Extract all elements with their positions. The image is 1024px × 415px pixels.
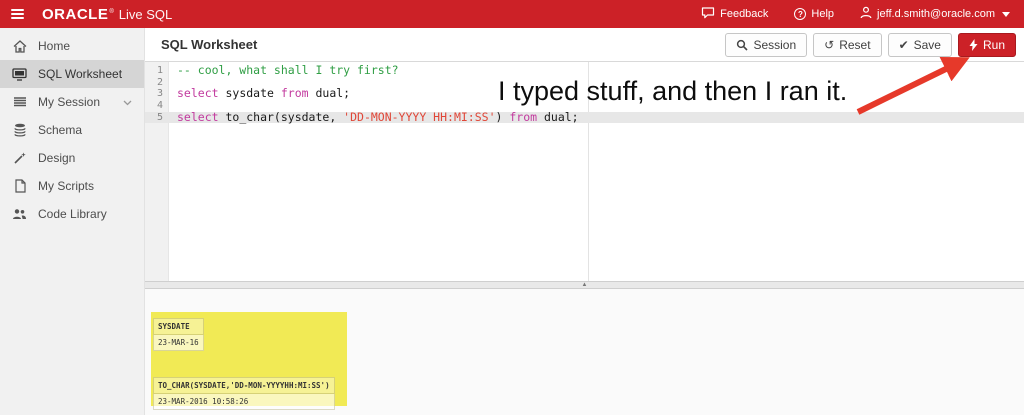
sidebar-item-design[interactable]: Design: [0, 144, 144, 172]
session-button-label: Session: [753, 37, 797, 52]
hamburger-menu-icon[interactable]: [0, 0, 34, 28]
sidebar-item-schema[interactable]: Schema: [0, 116, 144, 144]
panel-splitter[interactable]: ▲: [145, 281, 1024, 289]
user-menu[interactable]: jeff.d.smith@oracle.com: [860, 6, 1010, 22]
line-number: 4: [156, 100, 163, 112]
wand-icon: [12, 151, 27, 166]
reset-button[interactable]: ↺ Reset: [813, 32, 882, 57]
line-number: 2: [156, 76, 163, 88]
sidebar: Home SQL Worksheet My Session Schema Des…: [0, 28, 145, 415]
annotation-caption: I typed stuff, and then I ran it.: [498, 76, 848, 106]
undo-icon: ↺: [824, 37, 835, 52]
sidebar-item-label: My Session: [38, 95, 101, 109]
search-icon: [736, 39, 749, 51]
registered-mark: ®: [109, 8, 114, 15]
database-icon: [12, 123, 27, 138]
sidebar-item-sql-worksheet[interactable]: SQL Worksheet: [0, 60, 144, 88]
sidebar-item-code-library[interactable]: Code Library: [0, 200, 144, 228]
code-line-5-active[interactable]: 5 select to_char(sysdate, 'DD-MON-YYYY H…: [145, 109, 1024, 124]
reset-button-label: Reset: [839, 37, 871, 52]
user-email: jeff.d.smith@oracle.com: [877, 8, 995, 20]
line-number: 1: [156, 65, 163, 76]
code-text: select to_char(sysdate, 'DD-MON-YYYY HH:…: [177, 109, 579, 124]
code-text: select sysdate from dual;: [177, 86, 351, 101]
person-icon: [860, 6, 872, 22]
code-line-1[interactable]: 1 -- cool, what shall I try first?: [145, 63, 1024, 77]
brand-suffix: Live SQL: [118, 6, 173, 22]
monitor-icon: [12, 67, 27, 82]
list-icon: [12, 95, 27, 110]
home-icon: [12, 39, 27, 54]
worksheet-toolbar: SQL Worksheet Session ↺ Reset ✔ Save Run: [145, 28, 1024, 62]
people-icon: [12, 207, 27, 222]
header-actions: Feedback ? Help jeff.d.smith@oracle.com: [701, 6, 1024, 22]
result-value: 23-MAR-16: [153, 335, 204, 351]
document-icon: [12, 179, 27, 194]
sidebar-item-label: SQL Worksheet: [38, 67, 123, 81]
line-number: 3: [156, 88, 163, 100]
page-title: SQL Worksheet: [161, 37, 258, 52]
line-number: 5: [156, 111, 163, 123]
sidebar-item-label: My Scripts: [38, 179, 95, 193]
feedback-link[interactable]: Feedback: [701, 6, 769, 22]
sidebar-item-home[interactable]: Home: [0, 32, 144, 60]
save-button-label: Save: [913, 37, 941, 52]
splitter-grip-icon: ▲: [581, 282, 588, 288]
sidebar-item-my-scripts[interactable]: My Scripts: [0, 172, 144, 200]
sql-code-editor[interactable]: 1 -- cool, what shall I try first? 2 3 s…: [145, 62, 1024, 281]
oracle-live-sql-app: ORACLE ® Live SQL Feedback ? Help jeff.d…: [0, 0, 1024, 415]
chevron-down-icon: [123, 95, 132, 109]
code-text: -- cool, what shall I try first?: [177, 63, 399, 77]
speech-bubble-icon: [701, 6, 715, 22]
help-link[interactable]: ? Help: [794, 8, 834, 20]
feedback-label: Feedback: [720, 8, 769, 20]
sidebar-item-label: Code Library: [38, 207, 107, 221]
brand-logo[interactable]: ORACLE ® Live SQL: [42, 6, 172, 23]
sidebar-item-label: Home: [38, 39, 71, 53]
help-label: Help: [811, 8, 835, 20]
result-value: 23-MAR-2016 10:58:26: [153, 394, 335, 410]
results-panel: SYSDATE 23-MAR-16 TO_CHAR(SYSDATE,'DD-MO…: [145, 289, 1024, 415]
sidebar-item-label: Schema: [38, 123, 83, 137]
main-content: SQL Worksheet Session ↺ Reset ✔ Save Run…: [145, 28, 1024, 415]
highlighted-results: SYSDATE 23-MAR-16 TO_CHAR(SYSDATE,'DD-MO…: [151, 312, 347, 410]
help-icon: ?: [794, 8, 807, 20]
brand-oracle: ORACLE: [42, 5, 109, 23]
bolt-icon: [969, 38, 978, 51]
chevron-down-icon: [1002, 11, 1010, 17]
run-button-label: Run: [982, 37, 1005, 52]
result-column-header: TO_CHAR(SYSDATE,'DD-MON-YYYYHH:MI:SS'): [153, 377, 335, 394]
result-column-header: SYSDATE: [153, 318, 204, 335]
toolbar-buttons: Session ↺ Reset ✔ Save Run: [725, 32, 1016, 57]
session-button[interactable]: Session: [725, 32, 808, 57]
app-header: ORACLE ® Live SQL Feedback ? Help jeff.d…: [0, 0, 1024, 28]
sidebar-item-my-session[interactable]: My Session: [0, 88, 144, 116]
save-button[interactable]: ✔ Save: [887, 32, 952, 57]
result-table-to-char: TO_CHAR(SYSDATE,'DD-MON-YYYYHH:MI:SS') 2…: [153, 377, 335, 410]
run-button[interactable]: Run: [957, 32, 1016, 57]
sidebar-item-label: Design: [38, 151, 76, 165]
result-table-sysdate: SYSDATE 23-MAR-16: [153, 318, 204, 351]
check-icon: ✔: [898, 37, 909, 52]
